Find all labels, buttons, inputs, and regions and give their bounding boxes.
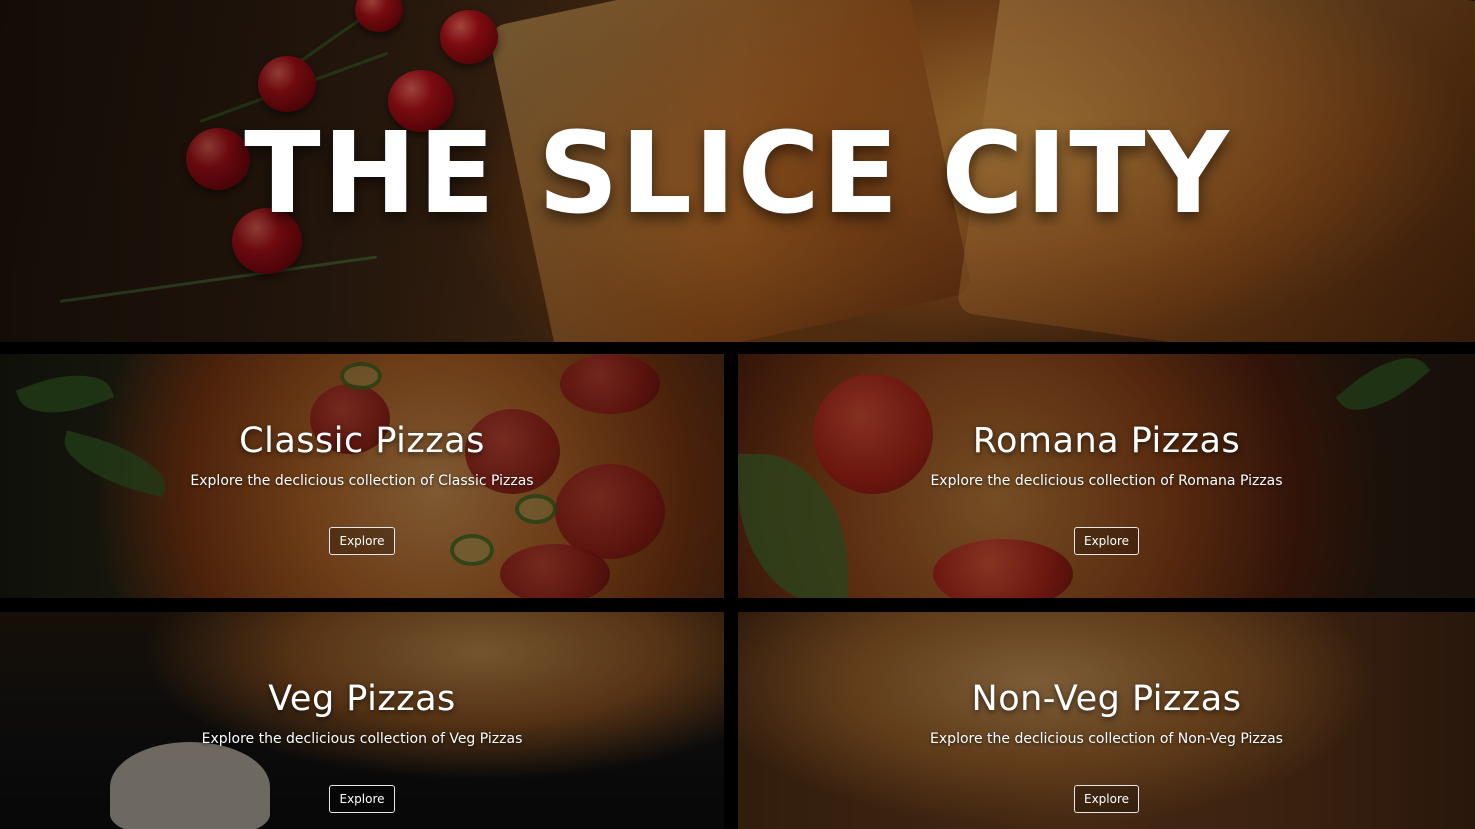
category-card-romana: Romana Pizzas Explore the declicious col… [738,354,1475,598]
category-card-classic: Classic Pizzas Explore the declicious co… [0,354,724,598]
card-content: Veg Pizzas Explore the declicious collec… [0,680,724,813]
category-card-non-veg: Non-Veg Pizzas Explore the declicious co… [738,612,1475,829]
card-title: Veg Pizzas [268,679,456,719]
card-title: Non-Veg Pizzas [971,679,1242,719]
explore-button[interactable]: Explore [1073,526,1140,555]
card-content: Non-Veg Pizzas Explore the declicious co… [738,680,1475,813]
card-title: Romana Pizzas [972,421,1241,461]
hero-banner: THE SLICE CITY [0,0,1475,342]
explore-button[interactable]: Explore [329,784,395,813]
explore-button[interactable]: Explore [329,526,395,555]
card-description: Explore the declicious collection of Cla… [190,472,534,489]
category-card-veg: Veg Pizzas Explore the declicious collec… [0,612,724,829]
card-description: Explore the declicious collection of Veg… [201,730,523,747]
page: THE SLICE CITY Classic Pizzas Explore th… [0,0,1475,829]
card-content: Classic Pizzas Explore the declicious co… [0,422,724,555]
hero-title: THE SLICE CITY [244,109,1231,239]
card-content: Romana Pizzas Explore the declicious col… [738,422,1475,555]
card-title: Classic Pizzas [239,421,485,461]
explore-button[interactable]: Explore [1073,784,1140,813]
card-description: Explore the declicious collection of Rom… [930,472,1283,489]
card-description: Explore the declicious collection of Non… [930,730,1283,747]
